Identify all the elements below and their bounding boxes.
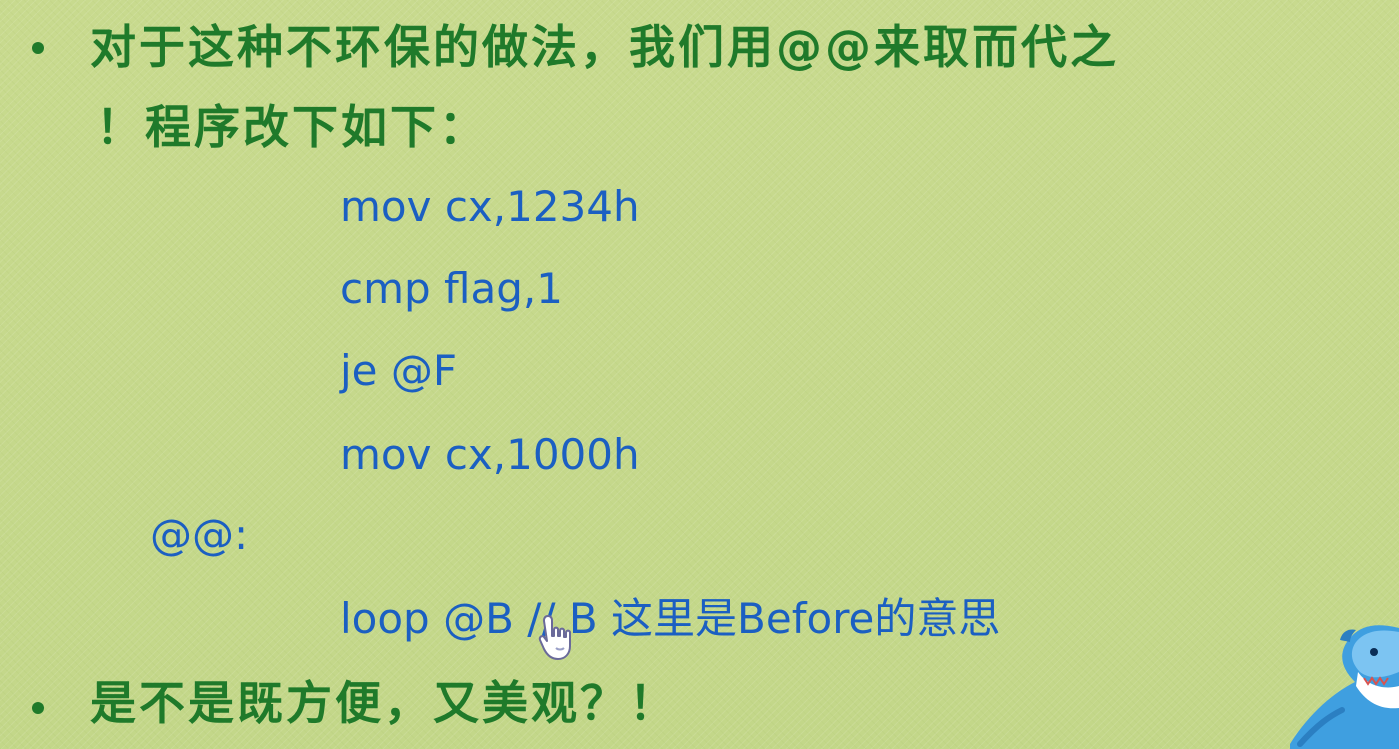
bullet-1-line-2: ！程序改下如下： [96, 100, 488, 154]
bullet-point-2 [32, 702, 44, 714]
code-line-5: loop @B // B 这里是Before的意思 [340, 594, 1001, 643]
hand-pointer-icon [538, 615, 571, 660]
shark-mascot-icon [1290, 625, 1399, 749]
code-line-1: mov cx,1234h [340, 182, 640, 231]
bullet-1-line-1: 对于这种不环保的做法，我们用@@来取而代之 [90, 20, 1119, 74]
bullet-2-text: 是不是既方便，又美观？！ [90, 676, 678, 730]
code-label: @@: [150, 510, 249, 559]
slide: 对于这种不环保的做法，我们用@@来取而代之 ！程序改下如下： mov cx,12… [0, 0, 1399, 749]
bullet-point-1 [32, 42, 44, 54]
code-line-3: je @F [340, 346, 458, 395]
code-line-2: cmp flag,1 [340, 264, 563, 313]
code-line-4: mov cx,1000h [340, 430, 640, 479]
